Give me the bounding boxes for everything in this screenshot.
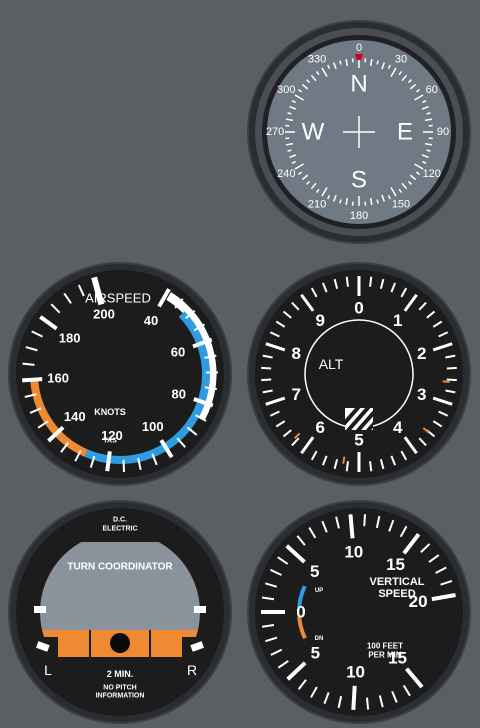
altimeter-tick bbox=[261, 378, 272, 382]
compass-heading-label: 30 bbox=[395, 53, 407, 65]
turn-left-label: L bbox=[44, 662, 52, 678]
turn-bottom-line2: INFORMATION bbox=[96, 693, 145, 700]
compass-tick bbox=[426, 149, 431, 152]
compass-heading-label: 120 bbox=[423, 168, 441, 180]
airspeed-number: 80 bbox=[171, 386, 185, 401]
compass-heading-label: 0 bbox=[356, 42, 362, 54]
altimeter-number: 0 bbox=[354, 299, 363, 318]
altimeter-orange-tick bbox=[442, 380, 450, 383]
compass-heading-label: 90 bbox=[437, 126, 449, 138]
vsi-tick bbox=[348, 514, 355, 539]
vsi-dn-label: DN bbox=[315, 636, 324, 642]
airspeed-number: 40 bbox=[144, 313, 158, 328]
vsi-up-label: UP bbox=[315, 588, 323, 594]
altimeter-number: 8 bbox=[291, 344, 300, 363]
altimeter-tick bbox=[345, 461, 349, 472]
airspeed-number: 200 bbox=[93, 307, 115, 322]
vsi-number: 10 bbox=[346, 662, 365, 681]
compass-heading-label: 270 bbox=[266, 126, 284, 138]
altimeter: 0 12 34 5 67 89 ALT bbox=[247, 262, 471, 486]
vsi-zero: 0 bbox=[296, 603, 305, 622]
turn-coordinator: D.C. ELECTRIC TURN COORDINATOR L R 2 MIN… bbox=[8, 500, 232, 724]
compass-tick bbox=[339, 199, 342, 204]
airspeed-tick bbox=[22, 377, 43, 383]
altimeter-tick bbox=[261, 366, 272, 370]
vsi-tick bbox=[351, 685, 357, 710]
compass-heading-label: 240 bbox=[277, 168, 295, 180]
airspeed-indicator: 406080100120140160180200 AIRSPEED KNOTS … bbox=[8, 262, 232, 486]
turn-sky-area bbox=[40, 542, 200, 630]
altimeter-tick bbox=[369, 461, 373, 472]
turn-top-line2: ELECTRIC bbox=[103, 526, 138, 533]
compass-north: N bbox=[350, 71, 367, 98]
altimeter-number: 1 bbox=[393, 311, 402, 330]
altimeter-tick bbox=[345, 276, 349, 287]
compass-heading-label: 210 bbox=[308, 199, 326, 211]
vertical-speed-indicator: 5101520510150 VERTICAL SPEED 100 FEET PE… bbox=[247, 500, 471, 724]
airspeed-tick bbox=[105, 451, 112, 472]
airspeed-number: 180 bbox=[59, 330, 81, 345]
vsi-number: 5 bbox=[310, 562, 319, 581]
turn-2min-label: 2 MIN. bbox=[107, 669, 134, 679]
vsi-number: 15 bbox=[386, 555, 405, 574]
heading-indicator: 0 30 60 90 120 150 180 210 240 270 300 330 N E S W bbox=[247, 20, 471, 244]
turn-bottom-line1: NO PITCH bbox=[103, 685, 136, 692]
compass-tick bbox=[287, 112, 292, 115]
compass-tick bbox=[426, 112, 431, 115]
altimeter-number: 9 bbox=[315, 311, 324, 330]
altimeter-title: ALT bbox=[319, 356, 344, 372]
airspeed-number: 140 bbox=[64, 409, 86, 424]
altimeter-number: 7 bbox=[291, 385, 300, 404]
airspeed-number: 160 bbox=[47, 371, 69, 386]
altimeter-number: 4 bbox=[393, 418, 403, 437]
altimeter-number: 6 bbox=[315, 418, 324, 437]
airspeed-units: KNOTS bbox=[94, 407, 126, 417]
vsi-tick bbox=[363, 514, 366, 527]
vsi-title-line2: SPEED bbox=[378, 588, 415, 600]
airspeed-tick bbox=[22, 362, 35, 366]
compass-heading-label: 150 bbox=[392, 199, 410, 211]
vsi-units-line2: PER MIN bbox=[368, 651, 402, 660]
altimeter-number: 2 bbox=[417, 344, 426, 363]
compass-heading-label: 330 bbox=[308, 53, 326, 65]
turn-right-index bbox=[194, 606, 206, 613]
compass-south: S bbox=[351, 167, 367, 194]
altimeter-tick bbox=[446, 366, 457, 370]
altimeter-tick bbox=[369, 276, 373, 287]
airspeed-number: 60 bbox=[171, 345, 185, 360]
airspeed-title: AIRSPEED bbox=[85, 291, 151, 306]
airspeed-number: 100 bbox=[142, 419, 164, 434]
vsi-tick bbox=[365, 697, 370, 710]
vsi-units-line1: 100 FEET bbox=[367, 642, 403, 651]
compass-heading-label: 180 bbox=[350, 210, 368, 222]
vsi-number: 5 bbox=[311, 644, 320, 663]
altimeter-number: 3 bbox=[417, 385, 426, 404]
compass-tick bbox=[287, 149, 292, 152]
compass-tick bbox=[376, 199, 379, 204]
compass-heading-label: 300 bbox=[277, 84, 295, 96]
compass-tick bbox=[376, 60, 379, 65]
compass-heading-label: 60 bbox=[426, 84, 438, 96]
turn-ball bbox=[110, 633, 130, 653]
airspeed-tas-label: TAS bbox=[103, 438, 117, 445]
compass-east: E bbox=[397, 119, 413, 146]
altimeter-tick bbox=[446, 378, 457, 382]
altimeter-orange-tick bbox=[342, 456, 346, 464]
vsi-title-line1: VERTICAL bbox=[370, 576, 425, 588]
compass-tick bbox=[339, 60, 342, 65]
turn-title: TURN COORDINATOR bbox=[67, 562, 173, 573]
altimeter-number: 5 bbox=[354, 431, 363, 450]
compass-west: W bbox=[302, 119, 325, 146]
vsi-number: 10 bbox=[344, 543, 363, 562]
turn-right-label: R bbox=[187, 662, 197, 678]
turn-left-index bbox=[34, 606, 46, 613]
turn-top-line1: D.C. bbox=[113, 517, 127, 524]
